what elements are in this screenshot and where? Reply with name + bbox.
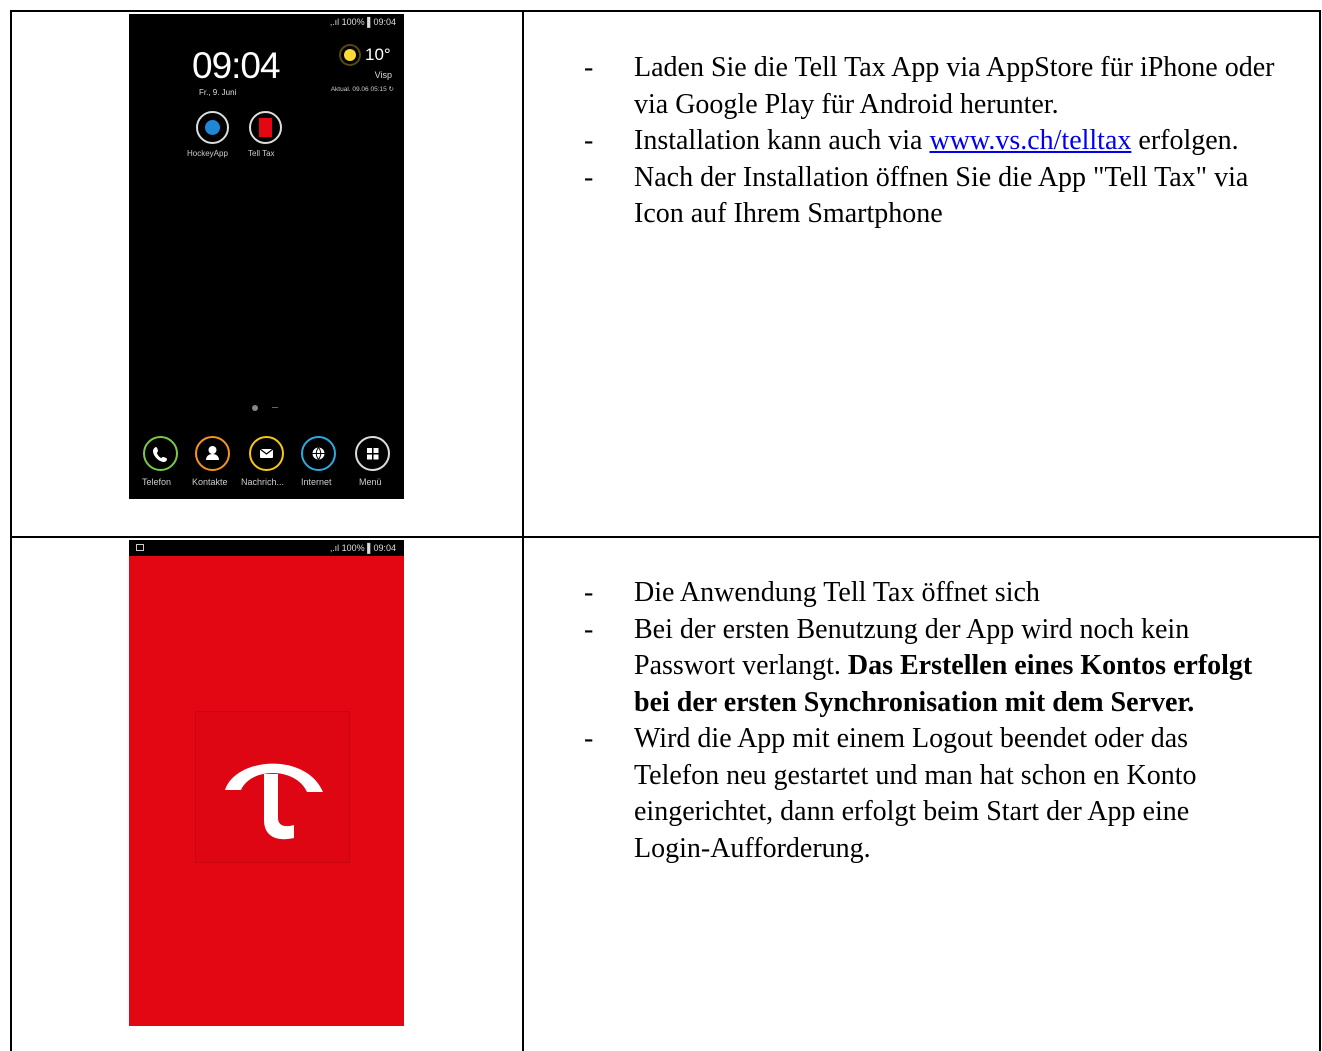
row-divider (12, 536, 1319, 538)
clock-widget-date: Fr., 9. Juni (199, 88, 237, 97)
weather-temperature: 10° (365, 45, 391, 64)
dock-label-nachrichten: Nachrich... (241, 477, 285, 487)
splash-screen-screenshot: ‚.ıl 100% ▌09:04 (129, 540, 404, 1026)
telltax-icon[interactable] (249, 111, 282, 144)
sun-weather-icon (344, 49, 356, 61)
column-divider (522, 12, 524, 1051)
apps-menu-icon[interactable] (355, 436, 390, 471)
step1-bullet-install-text: Installation kann auch via (634, 125, 930, 156)
hockeyapp-label: HockeyApp (187, 149, 228, 158)
step1-bullet-install-text-end: erfolgen. (1131, 125, 1239, 156)
step2-text: Die Anwendung Tell Tax öffnet sich Bei d… (584, 575, 1264, 867)
step1-text: Laden Sie die Tell Tax App via AppStore … (584, 50, 1284, 233)
weather-city: Visp (374, 70, 392, 80)
internet-icon[interactable] (301, 436, 336, 471)
contacts-icon[interactable] (195, 436, 230, 471)
status-bar-info: ‚.ıl 100% ▌09:04 (330, 17, 396, 27)
telltax-link[interactable]: www.vs.ch/telltax (929, 125, 1131, 156)
instruction-table: ‚.ıl 100% ▌09:04 09:04 Fr., 9. Juni 10° … (10, 10, 1321, 1051)
step1-bullet-download: Laden Sie die Tell Tax App via AppStore … (584, 50, 1284, 123)
phone-icon[interactable] (143, 436, 178, 471)
dock-label-kontakte: Kontakte (192, 477, 228, 487)
clock-widget-time: 09:04 (192, 45, 281, 86)
dock-label-telefon: Telefon (142, 477, 172, 487)
step2-bullet-password: Bei der ersten Benutzung der App wird no… (584, 612, 1264, 722)
step2-bullet-login: Wird die App mit einem Logout beendet od… (584, 721, 1264, 867)
weather-updated: Aktual. 09.06 05:15 ↻ (330, 86, 394, 93)
hockeyapp-icon[interactable] (196, 111, 229, 144)
page-indicator-inactive (272, 407, 278, 408)
notification-icon (136, 544, 144, 551)
status-bar: ‚.ıl 100% ▌09:04 (129, 540, 404, 556)
telltax-logo (195, 711, 350, 863)
dock-label-menu: Menü (359, 477, 382, 487)
telltax-label: Tell Tax (248, 149, 275, 158)
status-bar: ‚.ıl 100% ▌09:04 (129, 14, 404, 30)
page-indicator-active (252, 405, 258, 411)
dock-label-internet: Internet (301, 477, 332, 487)
step1-bullet-open: Nach der Installation öffnen Sie die App… (584, 160, 1284, 233)
step1-bullet-install: Installation kann auch via www.vs.ch/tel… (584, 123, 1284, 160)
status-bar-info: ‚.ıl 100% ▌09:04 (330, 543, 396, 553)
home-screen-screenshot: ‚.ıl 100% ▌09:04 09:04 Fr., 9. Juni 10° … (129, 14, 404, 499)
messages-icon[interactable] (249, 436, 284, 471)
step2-bullet-open: Die Anwendung Tell Tax öffnet sich (584, 575, 1264, 612)
